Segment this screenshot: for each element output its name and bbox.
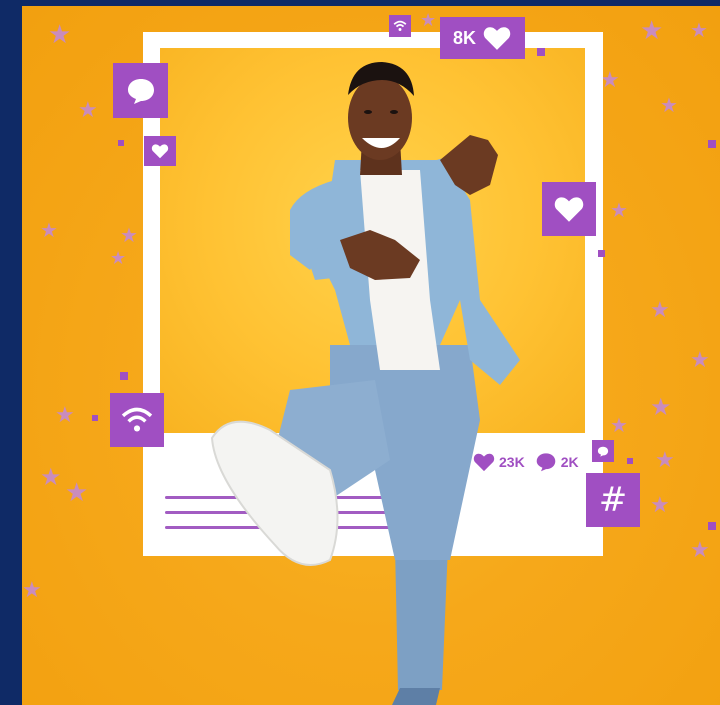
star-icon: ★ [690, 538, 710, 563]
star-icon: ★ [690, 18, 708, 42]
star-icon: ★ [55, 403, 75, 428]
star-icon: ★ [48, 20, 72, 50]
caption-line [165, 496, 445, 499]
confetti-square [118, 140, 124, 146]
caption-line [165, 526, 450, 529]
comment-bubble-icon [536, 453, 555, 472]
wifi-badge-small [389, 15, 411, 37]
star-icon: ★ [78, 98, 98, 123]
star-icon: ★ [40, 218, 58, 242]
confetti-square [708, 140, 716, 148]
star-icon: ★ [650, 393, 672, 421]
star-icon: ★ [660, 93, 678, 117]
followers-badge: 8K [440, 17, 525, 59]
star-icon: ★ [120, 223, 138, 247]
heart-icon [151, 144, 169, 159]
star-icon: ★ [640, 16, 664, 46]
star-icon: ★ [610, 198, 628, 222]
confetti-square [627, 458, 633, 464]
post-stats: 23K 2K [473, 452, 579, 472]
comment-badge [113, 63, 168, 118]
hashtag-badge: # [586, 473, 640, 527]
heart-icon [473, 453, 495, 472]
followers-count: 8K [452, 27, 476, 48]
caption-line [165, 511, 435, 514]
star-icon: ★ [65, 478, 89, 508]
hashtag-icon: # [598, 480, 628, 520]
comment-badge-small [592, 440, 614, 462]
star-icon: ★ [690, 348, 710, 373]
heart-icon [554, 197, 584, 222]
confetti-square [708, 522, 716, 530]
comment-bubble-icon [127, 78, 154, 104]
post-photo-area [160, 48, 585, 433]
wifi-badge-large [110, 393, 164, 447]
star-icon: ★ [22, 578, 42, 603]
wifi-icon [121, 407, 153, 432]
heart-badge-large [542, 182, 596, 236]
wifi-icon [393, 20, 407, 31]
heart-badge-small [144, 136, 176, 166]
confetti-square [120, 372, 128, 380]
comment-bubble-icon [597, 446, 609, 457]
scene: ★★★★★★★★★★★★★★★★★★★★★★★★★★ [0, 0, 720, 705]
likes-count: 23K [499, 454, 525, 470]
star-icon: ★ [420, 10, 437, 31]
heart-icon [483, 27, 511, 50]
star-icon: ★ [650, 298, 670, 323]
navy-left-border [0, 0, 22, 705]
confetti-square [92, 415, 98, 421]
star-icon: ★ [650, 493, 670, 518]
comments-count: 2K [560, 454, 579, 470]
star-icon: ★ [110, 248, 127, 269]
confetti-square [537, 48, 545, 56]
confetti-square [598, 250, 605, 257]
star-icon: ★ [610, 413, 628, 437]
star-icon: ★ [655, 448, 675, 473]
star-icon: ★ [40, 463, 62, 491]
